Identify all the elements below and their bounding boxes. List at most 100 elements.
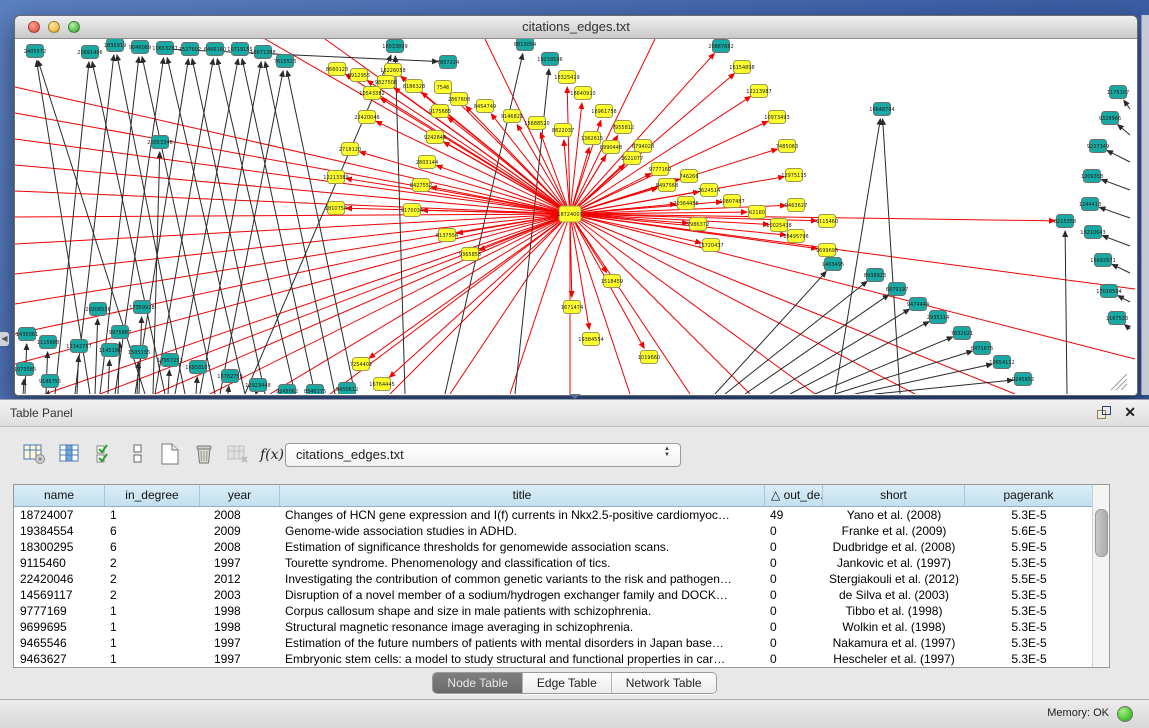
- network-window: citations_edges.txt 18724007866012389129…: [14, 15, 1138, 396]
- collapse-left-arrow[interactable]: ◀: [0, 332, 9, 346]
- svg-text:9245062: 9245062: [276, 389, 298, 394]
- column-header-short[interactable]: short: [823, 485, 965, 506]
- svg-text:10719155: 10719155: [227, 47, 252, 53]
- table-row[interactable]: 977716911998Corpus callosum shape and si…: [14, 603, 1109, 619]
- select-all-icon[interactable]: [93, 442, 119, 468]
- svg-text:6466160: 6466160: [204, 47, 226, 53]
- svg-text:1621077: 1621077: [621, 156, 643, 162]
- memory-ok-led-icon: [1117, 706, 1133, 722]
- svg-text:6794028: 6794028: [632, 144, 654, 150]
- table-row[interactable]: 1938455462009Genome-wide association stu…: [14, 523, 1109, 539]
- column-header-name[interactable]: name: [14, 485, 105, 506]
- svg-text:2867608: 2867608: [448, 97, 470, 103]
- delete-column-icon[interactable]: [191, 442, 217, 468]
- table-panel-titlebar: Table Panel ✕: [0, 400, 1149, 427]
- column-header-in_degree[interactable]: in_degree: [105, 485, 200, 506]
- svg-text:9474444: 9474444: [907, 302, 929, 308]
- scrollbar-thumb[interactable]: [1095, 509, 1108, 557]
- table-cell: Tibbo et al. (1998): [823, 603, 965, 619]
- svg-text:8497568: 8497568: [656, 183, 678, 189]
- svg-text:18325419: 18325419: [554, 75, 579, 81]
- toggle-column-icon[interactable]: [57, 442, 83, 468]
- svg-text:16961758: 16961758: [591, 109, 616, 115]
- svg-text:12213389: 12213389: [323, 175, 348, 181]
- svg-text:9827508: 9827508: [375, 80, 397, 86]
- column-header-title[interactable]: title: [280, 485, 765, 506]
- table-cell: 1: [105, 603, 200, 619]
- delete-table-icon[interactable]: [225, 442, 251, 468]
- table-cell: 1997: [200, 651, 280, 667]
- table-cell: Corpus callosum shape and size in male p…: [280, 603, 765, 619]
- svg-text:16958107: 16958107: [185, 365, 210, 371]
- svg-text:17016504: 17016504: [1096, 289, 1121, 295]
- dropdown-carets-icon: ▲▼: [662, 446, 672, 458]
- table-cell: 14569117: [14, 587, 105, 603]
- table-cell: 0: [765, 555, 823, 571]
- table-cell: de Silva et al. (2003): [823, 587, 965, 603]
- column-header-out_de[interactable]: △ out_de...: [765, 485, 823, 506]
- table-tabs-bar: Node TableEdge TableNetwork Table: [0, 672, 1149, 696]
- tab-edge-table[interactable]: Edge Table: [523, 673, 612, 693]
- svg-text:8346175: 8346175: [304, 389, 326, 394]
- svg-text:18226058: 18226058: [380, 68, 405, 74]
- table-row[interactable]: 969969511998Structural magnetic resonanc…: [14, 619, 1109, 635]
- svg-text:6879197: 6879197: [886, 287, 908, 293]
- table-cell: 0: [765, 571, 823, 587]
- new-table-icon[interactable]: [157, 442, 183, 468]
- svg-text:8938923: 8938923: [864, 273, 886, 279]
- table-row[interactable]: 946362711997Embryonic stem cells: a mode…: [14, 651, 1109, 667]
- table-cell: 2003: [200, 587, 280, 603]
- table-row[interactable]: 911546021997Tourette syndrome. Phenomeno…: [14, 555, 1109, 571]
- svg-text:2718120: 2718120: [339, 147, 361, 153]
- node-table: namein_degreeyeartitle△ out_de...shortpa…: [13, 484, 1110, 668]
- table-cell: 6: [105, 523, 200, 539]
- column-header-pagerank[interactable]: pagerank: [965, 485, 1093, 506]
- table-row[interactable]: 1830029562008Estimation of significance …: [14, 539, 1109, 555]
- table-cell: 49: [765, 507, 823, 523]
- window-title: citations_edges.txt: [15, 19, 1137, 34]
- row-height-icon[interactable]: [125, 442, 151, 468]
- close-icon[interactable]: ✕: [1124, 404, 1136, 420]
- network-canvas[interactable]: 1872400786601238912955182260589827508818…: [15, 39, 1135, 394]
- window-titlebar[interactable]: citations_edges.txt: [15, 16, 1137, 39]
- table-cell: Structural magnetic resonance image aver…: [280, 619, 765, 635]
- svg-text:22420046: 22420046: [354, 115, 379, 121]
- function-builder-icon[interactable]: f(x): [259, 442, 285, 468]
- svg-text:2935114: 2935114: [927, 315, 949, 321]
- svg-text:12923448: 12923448: [245, 383, 270, 389]
- svg-text:1403495: 1403495: [822, 262, 844, 268]
- svg-text:8215358: 8215358: [1054, 219, 1076, 225]
- svg-text:16648784: 16648784: [869, 107, 894, 113]
- svg-text:17957253: 17957253: [157, 358, 182, 364]
- table-cell: Yano et al. (2008): [823, 507, 965, 523]
- table-cell: 5.3E-5: [965, 603, 1093, 619]
- table-cell: 2008: [200, 507, 280, 523]
- tab-node-table[interactable]: Node Table: [433, 673, 523, 693]
- table-selector-dropdown[interactable]: citations_edges.txt ▲▼: [285, 443, 681, 467]
- svg-text:8137554: 8137554: [436, 233, 458, 239]
- svg-text:3624514: 3624514: [698, 188, 720, 194]
- table-row[interactable]: 1456911722003Disruption of a novel membe…: [14, 587, 1109, 603]
- svg-text:12213987: 12213987: [746, 89, 771, 95]
- table-cell: 0: [765, 603, 823, 619]
- table-cell: 2: [105, 571, 200, 587]
- svg-text:20206536: 20206536: [85, 307, 110, 313]
- table-settings-icon[interactable]: [21, 442, 47, 468]
- svg-text:16033809: 16033809: [382, 44, 407, 50]
- table-body: 1872400712008Changes of HCN gene express…: [14, 507, 1109, 667]
- svg-text:18640910: 18640910: [570, 91, 595, 97]
- table-row[interactable]: 2242004622012Investigating the contribut…: [14, 571, 1109, 587]
- float-window-icon[interactable]: [1097, 406, 1111, 419]
- table-row[interactable]: 1872400712008Changes of HCN gene express…: [14, 507, 1109, 523]
- table-row[interactable]: 946554611997Estimation of the future num…: [14, 635, 1109, 651]
- svg-text:7955812: 7955812: [612, 125, 634, 131]
- table-cell: 5.3E-5: [965, 555, 1093, 571]
- svg-text:1835919: 1835919: [104, 43, 126, 49]
- vertical-scrollbar[interactable]: [1092, 485, 1109, 667]
- column-header-year[interactable]: year: [200, 485, 280, 506]
- table-cell: 2: [105, 555, 200, 571]
- tab-network-table[interactable]: Network Table: [612, 673, 716, 693]
- network-canvas-area[interactable]: 1872400786601238912955182260589827508818…: [15, 39, 1135, 394]
- status-bar: Memory: OK: [0, 699, 1149, 728]
- svg-text:746266: 746266: [679, 174, 698, 180]
